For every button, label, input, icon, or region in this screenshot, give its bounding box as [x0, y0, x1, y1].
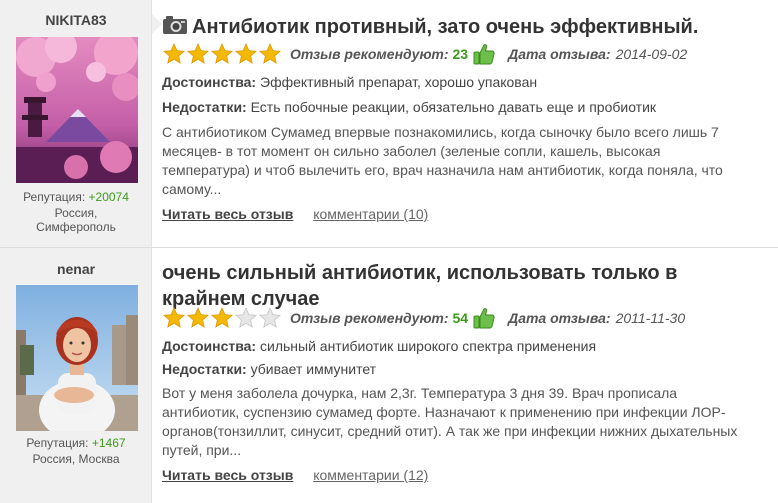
reputation-label: Репутация:	[26, 436, 89, 450]
review-card: nenar Репутация: +1467 Россия, Москва оч…	[0, 247, 778, 503]
star-empty-icon	[235, 307, 257, 328]
author-username[interactable]: NIKITA83	[0, 12, 152, 28]
pros-text: Эффективный препарат, хорошо упакован	[260, 74, 538, 90]
pros-line: Достоинства: сильный антибиотик широкого…	[162, 336, 596, 356]
author-reputation: Репутация: +1467	[0, 435, 152, 451]
star-icon	[187, 307, 209, 328]
review-links: Читать весь отзыв комментарии (12)	[162, 467, 428, 483]
star-icon	[211, 43, 233, 64]
author-city: Симферополь	[36, 220, 116, 234]
review-title-text[interactable]: Антибиотик противный, зато очень эффекти…	[192, 16, 698, 38]
pros-label: Достоинства:	[162, 338, 257, 354]
author-sidebar: NIKITA83 Репутация: +20074 Россия, Симфе…	[0, 0, 152, 247]
recommend-label: Отзыв рекомендуют:	[290, 46, 449, 62]
author-sidebar: nenar Репутация: +1467 Россия, Москва	[0, 248, 152, 503]
recommend-count: 23	[452, 46, 469, 62]
cons-text: убивает иммунитет	[250, 361, 377, 377]
author-location: Россия, Москва	[32, 452, 120, 466]
cons-line: Недостатки: убивает иммунитет	[162, 359, 376, 379]
camera-icon	[162, 15, 188, 35]
rating-row: Отзыв рекомендуют: 54 Дата отзыва: 2011-…	[162, 304, 685, 332]
avatar[interactable]	[16, 285, 138, 431]
author-username[interactable]: nenar	[0, 261, 152, 277]
pros-line: Достоинства: Эффективный препарат, хорош…	[162, 72, 537, 92]
thumbs-up-icon[interactable]	[472, 306, 496, 330]
star-empty-icon	[259, 307, 281, 328]
reputation-label: Репутация:	[23, 190, 86, 204]
avatar[interactable]	[16, 37, 138, 183]
review-links: Читать весь отзыв комментарии (10)	[162, 206, 428, 222]
pros-label: Достоинства:	[162, 74, 257, 90]
sidebar-pointer	[152, 14, 162, 34]
recommend-label: Отзыв рекомендуют:	[290, 310, 449, 326]
star-rating	[162, 306, 282, 330]
cons-text: Есть побочные реакции, обязательно дават…	[250, 99, 657, 115]
star-icon	[235, 43, 257, 64]
thumbs-up-icon[interactable]	[472, 42, 496, 66]
star-icon	[163, 43, 185, 64]
comments-link[interactable]: комментарии (10)	[313, 206, 428, 222]
review-excerpt: Вот у меня заболела дочурка, нам 2,3г. Т…	[162, 385, 738, 458]
reputation-value: +1467	[91, 436, 126, 450]
star-icon	[211, 307, 233, 328]
date-label: Дата отзыва:	[508, 46, 611, 62]
date-value: 2011-11-30	[615, 310, 686, 326]
star-rating	[162, 42, 282, 66]
review-card: NIKITA83 Репутация: +20074 Россия, Симфе…	[0, 0, 778, 247]
review-title[interactable]: Антибиотик противный, зато очень эффекти…	[162, 14, 698, 40]
reputation-value: +20074	[88, 190, 129, 204]
recommend-count: 54	[452, 310, 469, 326]
star-icon	[163, 307, 185, 328]
read-full-review-link[interactable]: Читать весь отзыв	[162, 467, 293, 483]
star-icon	[187, 43, 209, 64]
cons-label: Недостатки:	[162, 361, 247, 377]
star-icon	[259, 43, 281, 64]
pros-text: сильный антибиотик широкого спектра прим…	[260, 338, 597, 354]
cons-label: Недостатки:	[162, 99, 247, 115]
cons-line: Недостатки: Есть побочные реакции, обяза…	[162, 97, 656, 117]
comments-link[interactable]: комментарии (12)	[313, 467, 428, 483]
date-label: Дата отзыва:	[508, 310, 611, 326]
rating-row: Отзыв рекомендуют: 23 Дата отзыва: 2014-…	[162, 40, 687, 68]
author-reputation: Репутация: +20074	[0, 189, 152, 205]
review-excerpt: С антибиотиком Сумамед впервые познакоми…	[162, 124, 723, 197]
read-full-review-link[interactable]: Читать весь отзыв	[162, 206, 293, 222]
date-value: 2014-09-02	[615, 46, 688, 62]
review-title-line1[interactable]: очень сильный антибиотик, использовать т…	[162, 260, 677, 286]
